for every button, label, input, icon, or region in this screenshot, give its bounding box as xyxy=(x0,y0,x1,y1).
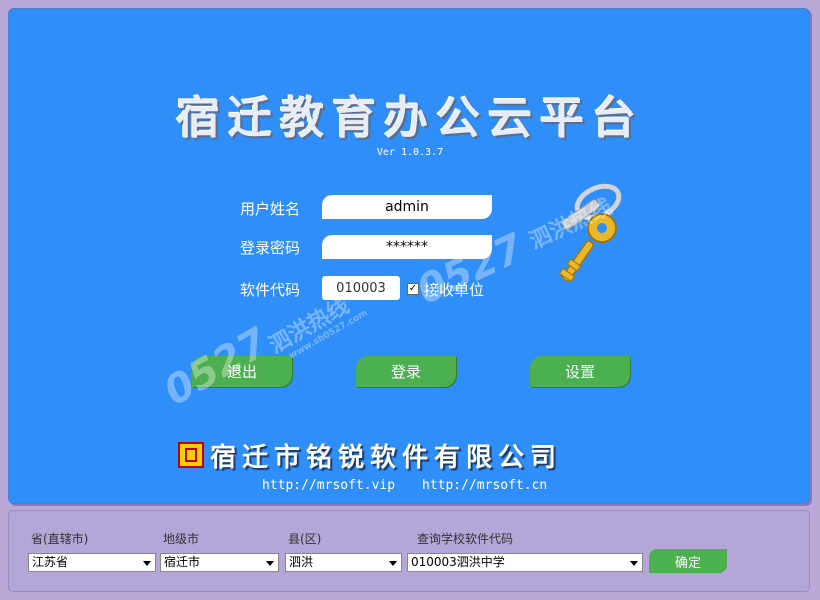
school-code-select[interactable]: 010003泗洪中学 xyxy=(407,553,643,572)
username-label: 用户姓名 xyxy=(240,200,301,218)
company-name-row: 宿迁市铭锐软件有限公司 xyxy=(178,440,562,473)
receive-unit-checkbox[interactable]: ✓ xyxy=(407,283,419,295)
confirm-button[interactable]: 确定 xyxy=(649,549,727,573)
password-label: 登录密码 xyxy=(240,239,301,257)
key-icon xyxy=(558,183,622,283)
chevron-down-icon xyxy=(389,561,397,566)
software-code-input[interactable] xyxy=(322,276,400,300)
software-code-label: 软件代码 xyxy=(240,281,301,299)
login-button[interactable]: 登录 xyxy=(356,356,456,387)
school-code-value: 010003泗洪中学 xyxy=(411,555,505,569)
version-label: Ver 1.0.3.7 xyxy=(376,147,444,158)
chevron-down-icon xyxy=(266,561,274,566)
city-value: 宿迁市 xyxy=(164,555,201,569)
county-value: 泗洪 xyxy=(289,555,314,569)
receive-unit-label: 接收单位 xyxy=(424,281,485,299)
url-vip-link[interactable]: http://mrsoft.vip xyxy=(262,478,395,493)
settings-button[interactable]: 设置 xyxy=(530,356,630,387)
chevron-down-icon xyxy=(630,561,638,566)
province-label: 省(直辖市) xyxy=(31,532,89,546)
city-label: 地级市 xyxy=(163,532,200,546)
school-code-label: 查询学校软件代码 xyxy=(417,532,514,546)
province-select[interactable]: 江苏省 xyxy=(28,553,156,572)
company-logo-icon xyxy=(178,442,204,468)
company-name: 宿迁市铭锐软件有限公司 xyxy=(210,442,563,473)
app-title: 宿迁教育办公云平台 xyxy=(176,93,644,144)
chevron-down-icon xyxy=(143,561,151,566)
password-input[interactable] xyxy=(322,235,492,259)
url-cn-link[interactable]: http://mrsoft.cn xyxy=(422,478,547,493)
province-value: 江苏省 xyxy=(32,555,69,569)
county-select[interactable]: 泗洪 xyxy=(285,553,402,572)
username-input[interactable] xyxy=(322,195,492,219)
city-select[interactable]: 宿迁市 xyxy=(160,553,279,572)
county-label: 县(区) xyxy=(288,532,322,546)
exit-button[interactable]: 退出 xyxy=(192,356,292,387)
